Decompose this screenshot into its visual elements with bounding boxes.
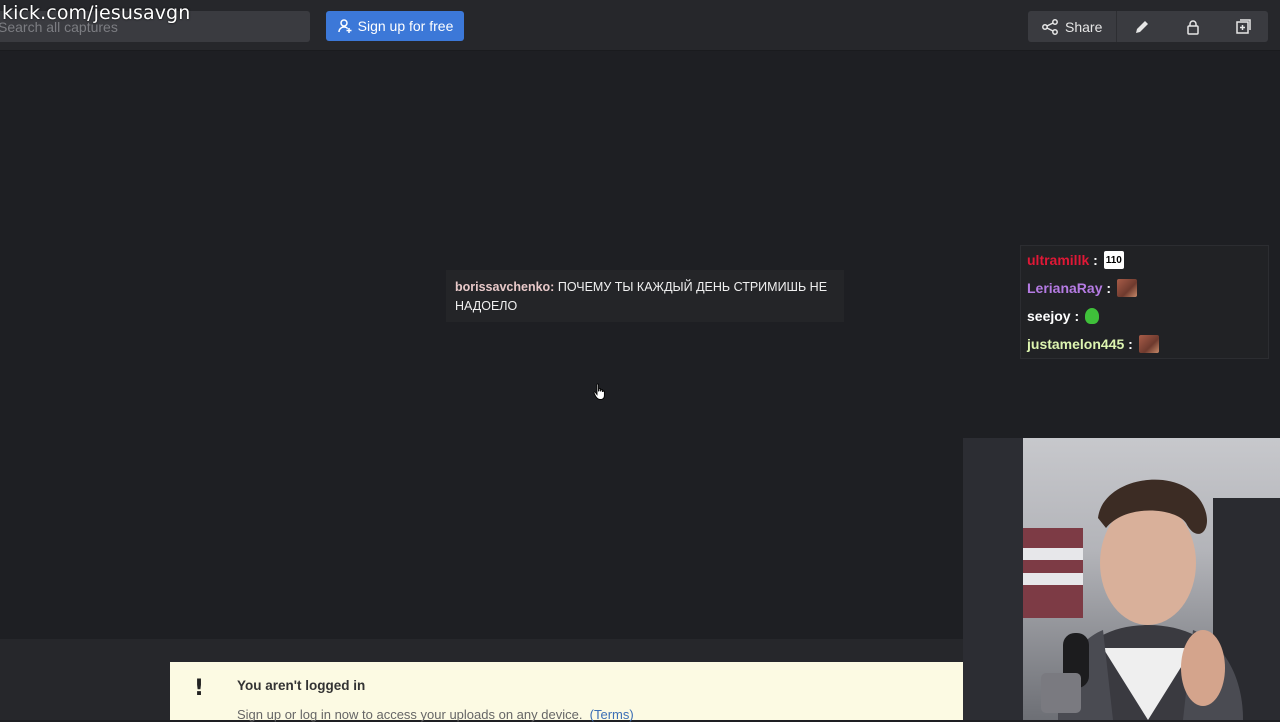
pencil-icon — [1136, 20, 1149, 33]
face-emote-icon — [1138, 335, 1159, 353]
green-emote-icon — [1085, 308, 1100, 324]
chat-username: seejoy — [1027, 308, 1071, 324]
chat-username: justamelon445 — [1027, 336, 1125, 352]
streamer-camera-image — [963, 438, 1280, 720]
new-capture-button[interactable] — [1218, 11, 1268, 42]
face-emote-icon — [1117, 279, 1138, 297]
chat-username: LerianaRay — [1027, 280, 1103, 296]
chat-message-user: borissavchenko: — [455, 280, 555, 294]
stream-watermark: kick.com/jesusavgn — [2, 2, 191, 24]
edit-button[interactable] — [1117, 11, 1167, 42]
lock-button[interactable] — [1168, 11, 1218, 42]
emote-110: 110 — [1103, 251, 1124, 269]
webcam-overlay — [963, 438, 1280, 720]
add-window-icon — [1236, 18, 1251, 34]
chat-separator: : — [1128, 336, 1133, 352]
share-label: Share — [1065, 18, 1103, 35]
chat-overlay: ultramillk : 110 LerianaRay : seejoy : j… — [1020, 245, 1269, 359]
chat-line: ultramillk : 110 — [1021, 246, 1268, 274]
sign-up-button[interactable]: Sign up for free — [326, 11, 464, 41]
login-notice: ! You aren't logged in Sign up or log in… — [170, 662, 963, 722]
chat-separator: : — [1106, 280, 1112, 296]
hand-cursor-icon — [593, 383, 605, 400]
chat-line: seejoy : — [1021, 302, 1268, 330]
chat-line: LerianaRay : — [1021, 274, 1268, 302]
chat-separator: : — [1093, 252, 1098, 268]
chat-separator: : — [1074, 308, 1080, 324]
share-icon — [1042, 18, 1058, 35]
capture-toolbar: Share — [1028, 11, 1268, 42]
lock-icon — [1186, 19, 1199, 35]
notice-title: You aren't logged in — [237, 678, 366, 693]
chat-username: ultramillk — [1027, 252, 1090, 268]
user-plus-icon — [337, 19, 352, 33]
top-bar: Sign up for free Share — [0, 0, 1280, 51]
chat-message: borissavchenko: ПОЧЕМУ ТЫ КАЖДЫЙ ДЕНЬ СТ… — [446, 270, 844, 322]
share-button[interactable]: Share — [1028, 11, 1118, 42]
sign-up-label: Sign up for free — [357, 18, 454, 34]
chat-line: justamelon445 : — [1021, 330, 1268, 358]
exclamation-icon: ! — [194, 676, 205, 701]
